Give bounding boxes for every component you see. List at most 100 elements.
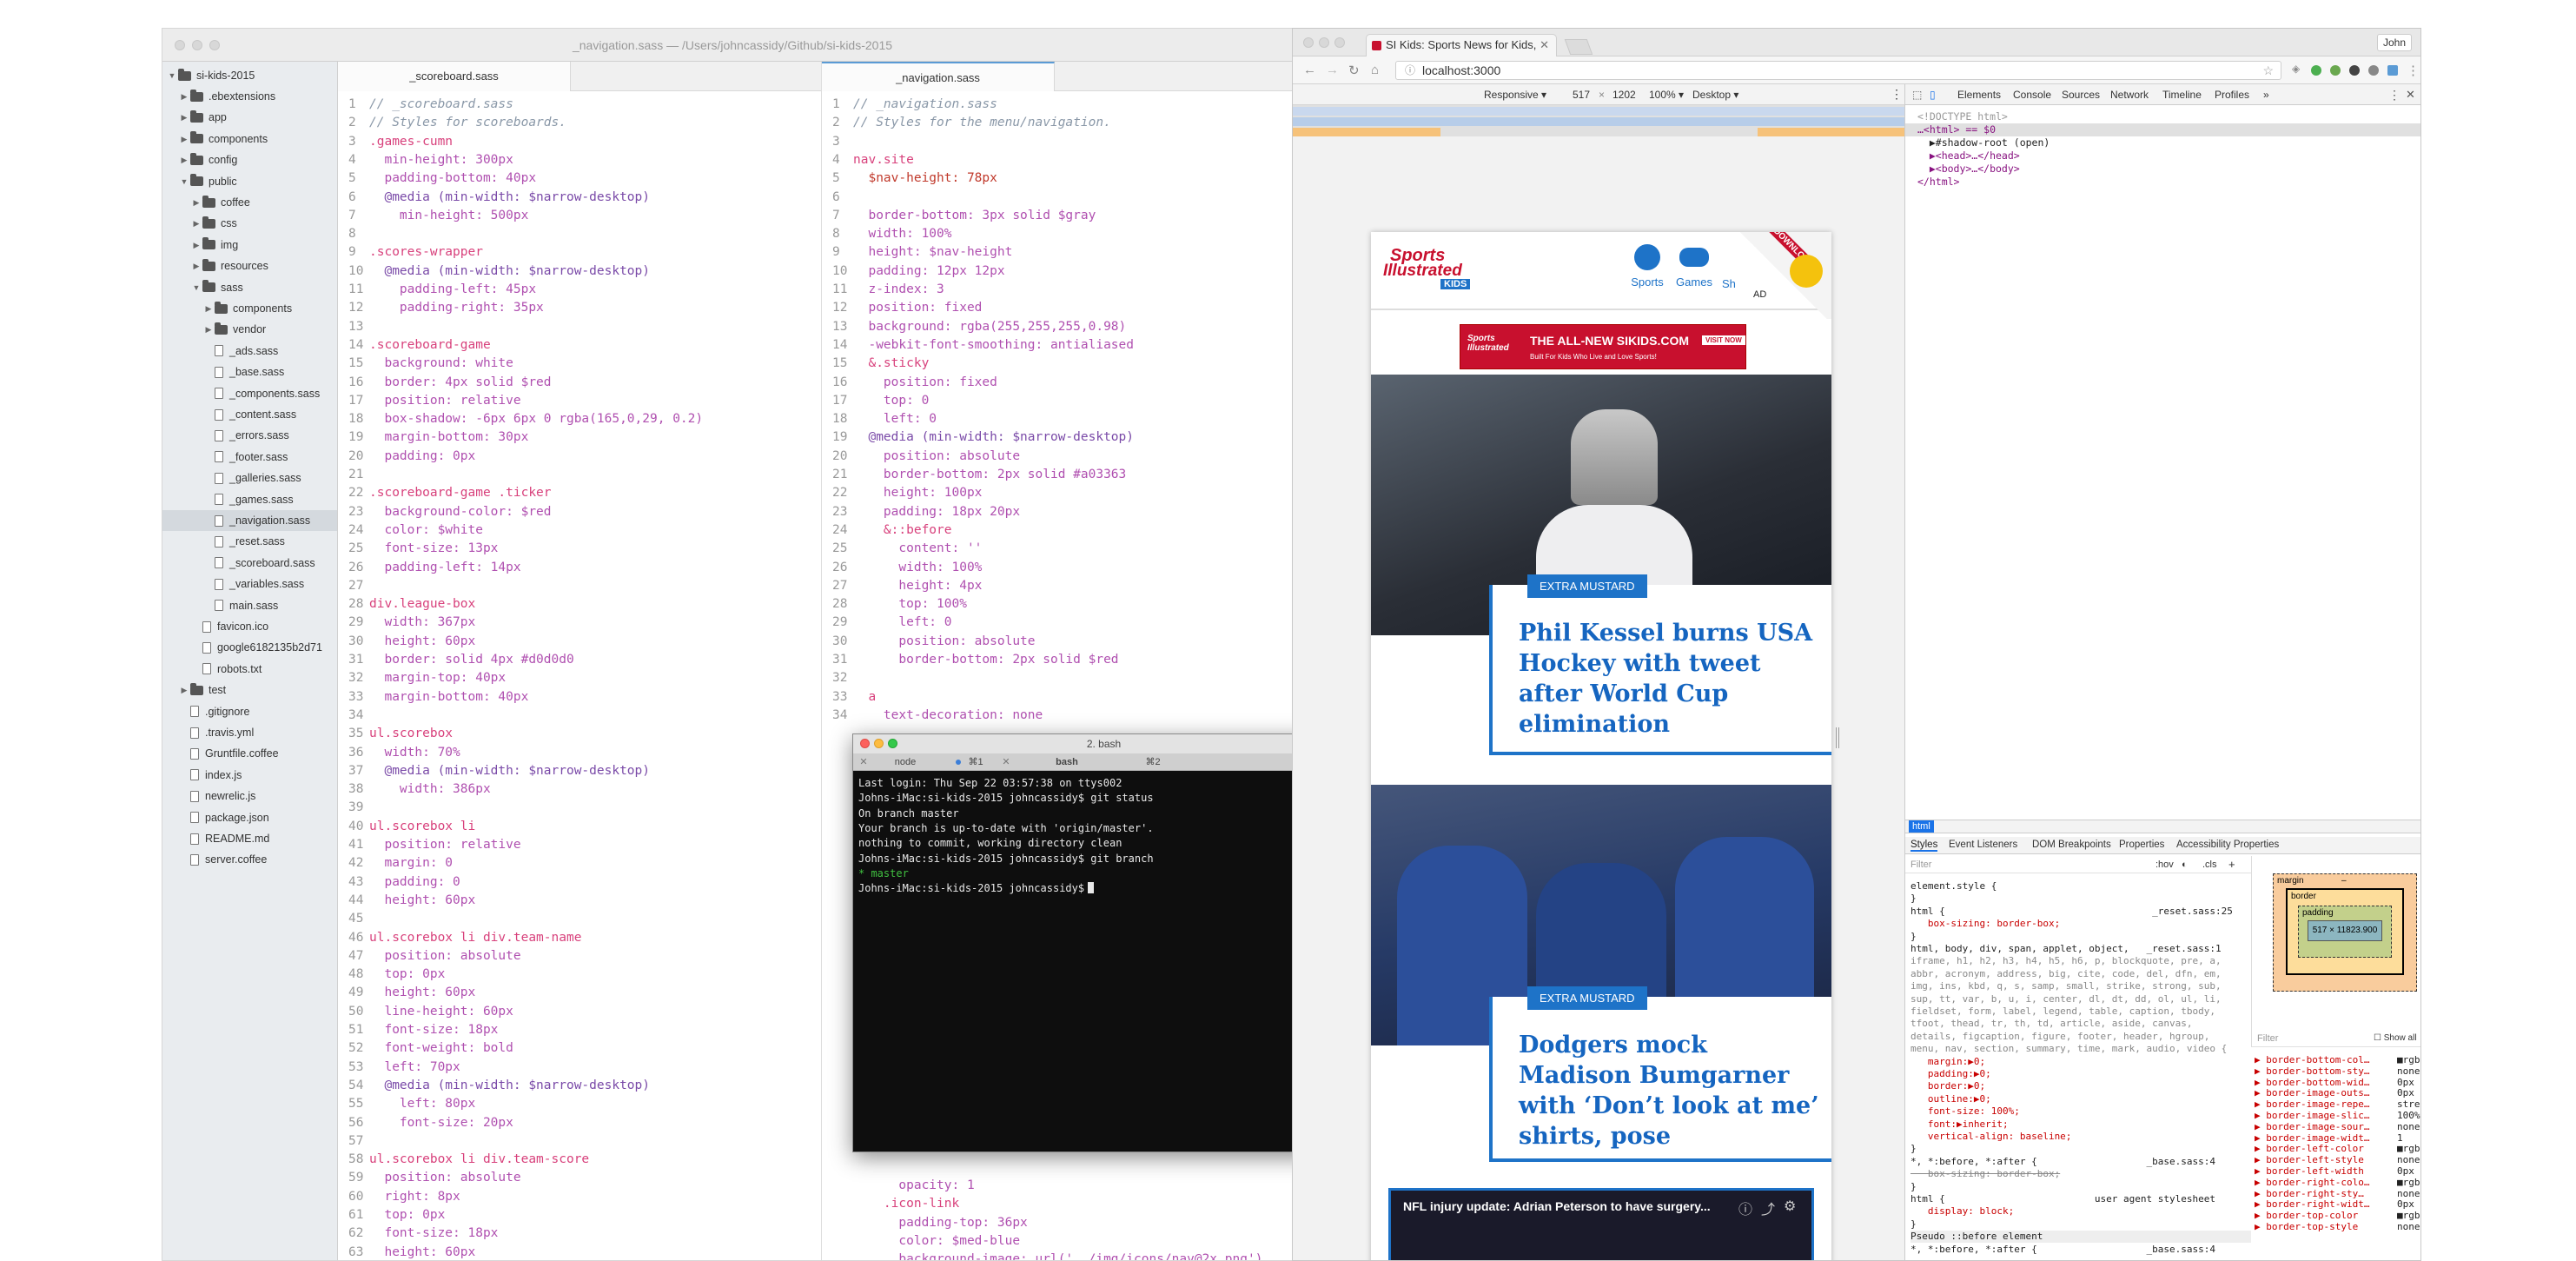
extension-icon[interactable] [2311, 65, 2321, 76]
tree-folder[interactable]: ▼ sass [162, 277, 337, 298]
tree-file[interactable]: _scoreboard.sass [162, 553, 337, 574]
terminal-tab-bash[interactable]: bash [1050, 753, 1084, 771]
tree-file[interactable]: index.js [162, 765, 337, 786]
page-info-icon[interactable]: ⓘ [1405, 62, 1415, 79]
close-icon[interactable] [860, 739, 870, 748]
tree-folder[interactable]: ▶ vendor [162, 319, 337, 340]
style-rule-line[interactable]: padding:▶0; [1910, 1068, 1991, 1080]
style-rule-line[interactable]: margin:▶0; [1910, 1056, 1985, 1068]
extension-icon[interactable] [2387, 65, 2398, 76]
tree-file[interactable]: _content.sass [162, 404, 337, 425]
computed-property[interactable]: ▶ border-image-outs… 0px [2255, 1087, 2414, 1098]
media-bar-orange[interactable] [1758, 128, 1904, 136]
style-rule-line[interactable]: html { _reset.sass:25 [1910, 906, 2233, 918]
tree-folder[interactable]: ▶ coffee [162, 192, 337, 213]
style-rule-line[interactable]: border:▶0; [1910, 1080, 1985, 1092]
computed-filter-input[interactable]: Filter [2257, 1033, 2278, 1044]
close-tab-icon[interactable]: ✕ [1001, 753, 1011, 771]
tab-console[interactable]: Console [2013, 84, 2051, 105]
minimize-icon[interactable] [874, 739, 884, 748]
computed-property[interactable]: ▶ border-top-color ■rgb( [2255, 1210, 2420, 1221]
style-rule-line[interactable]: outline:▶0; [1910, 1093, 1991, 1105]
minimize-icon[interactable] [1319, 37, 1329, 48]
close-icon[interactable] [175, 40, 185, 50]
style-rule-line[interactable]: *, *:before, *:after { _base.sass:4 [1910, 1156, 2215, 1168]
tab-scoreboard[interactable]: _scoreboard.sass [338, 62, 571, 91]
computed-property[interactable]: ▶ border-bottom-sty… none [2255, 1065, 2420, 1077]
tree-file[interactable]: robots.txt [162, 659, 337, 680]
style-rule-line[interactable]: element.style { [1910, 880, 1997, 893]
more-options-icon[interactable]: ⋮ [2388, 88, 2401, 103]
story-headline[interactable]: Dodgers mock Madison Bumgarner with ‘Don… [1519, 1030, 1823, 1151]
tree-folder[interactable]: ▶ components [162, 298, 337, 319]
device-mode-select[interactable]: Responsive ▾ [1484, 89, 1546, 101]
nav-sports[interactable]: Sports [1628, 244, 1666, 289]
tree-file[interactable]: _navigation.sass [162, 510, 337, 531]
dom-node[interactable]: ▶<head>…</head> [1917, 149, 2020, 163]
style-rule-line[interactable]: Pseudo ::before element [1910, 1231, 2251, 1244]
style-rule-line[interactable]: } [1910, 893, 1917, 905]
style-rule-line[interactable]: } [1910, 931, 1917, 943]
hov-toggle[interactable]: :hov [2155, 859, 2174, 870]
computed-property[interactable]: ▶ border-right-widt… 0px [2255, 1198, 2414, 1210]
story-headline[interactable]: Phil Kessel burns USA Hockey with tweet … [1519, 618, 1814, 740]
tab-event-listeners[interactable]: Event Listeners [1949, 840, 2017, 850]
style-rule-line[interactable]: font-size: 100%; [1910, 1105, 2020, 1118]
style-rule-line[interactable]: } [1910, 1218, 1917, 1231]
tree-folder[interactable]: ▶ css [162, 213, 337, 234]
tab-more[interactable]: » [2263, 84, 2269, 105]
close-tab-icon[interactable]: ✕ [858, 753, 869, 771]
padding-box[interactable]: padding 517 × 11823.900 [2298, 906, 2392, 958]
extension-icon[interactable] [2330, 65, 2341, 76]
tree-folder[interactable]: ▶ components [162, 129, 337, 149]
style-rule-line[interactable]: menu, nav, section, summary, time, mark,… [1910, 1043, 2227, 1055]
browser-tab[interactable]: SI Kids: Sports News for Kids, ✕ [1366, 34, 1557, 56]
nav-label[interactable]: Sh [1722, 277, 1736, 290]
computed-property[interactable]: ▶ border-bottom-wid… 0px [2255, 1077, 2414, 1088]
tree-folder[interactable]: ▼ public [162, 171, 337, 192]
tree-file[interactable]: README.md [162, 828, 337, 849]
tab-timeline[interactable]: Timeline [2162, 84, 2202, 105]
tree-file[interactable]: google6182135b2d71 [162, 637, 337, 658]
dom-node[interactable]: ▶#shadow-root (open) [1917, 136, 2050, 149]
tree-file[interactable]: _galleries.sass [162, 468, 337, 488]
style-rule-line[interactable]: sup, tt, var, b, u, i, center, dl, dt, d… [1910, 993, 2222, 1005]
dom-node[interactable]: …<html> == $0 [1905, 123, 2420, 136]
device-type-select[interactable]: Desktop ▾ [1692, 89, 1738, 101]
style-rule-line[interactable]: display: block; [1910, 1205, 2014, 1218]
nav-games[interactable]: Games [1675, 244, 1713, 289]
tab-sources[interactable]: Sources [2062, 84, 2100, 105]
settings-icon[interactable]: ⚙ [1784, 1198, 1796, 1215]
style-rule-line[interactable]: fieldset, form, label, legend, table, ca… [1910, 1005, 2215, 1018]
cls-toggle[interactable]: .cls [2202, 859, 2217, 870]
tree-folder[interactable]: ▶ resources [162, 256, 337, 276]
tab-navigation[interactable]: _navigation.sass [822, 62, 1055, 91]
zoom-select[interactable]: 100% ▾ [1649, 89, 1684, 101]
download-ad-corner[interactable]: DOWNLOAD AD [1736, 232, 1831, 319]
margin-box[interactable]: margin – border padding 517 × 11823.900 [2273, 873, 2417, 992]
close-tab-icon[interactable]: ✕ [1540, 35, 1549, 56]
promo-banner[interactable]: Sports Illustrated THE ALL-NEW SIKIDS.CO… [1460, 324, 1746, 369]
terminal-tab-node[interactable]: node [888, 753, 923, 771]
close-icon[interactable] [1303, 37, 1314, 48]
si-kids-logo[interactable]: Sports Illustrated KIDS [1383, 246, 1496, 289]
tree-folder[interactable]: ▶ .ebextensions [162, 86, 337, 107]
address-bar[interactable]: ⓘ localhost:3000 ☆ [1395, 61, 2281, 80]
tree-folder[interactable]: ▶ app [162, 107, 337, 128]
tab-styles[interactable]: Styles [1910, 840, 1938, 852]
computed-property[interactable]: ▶ border-image-sour… none [2255, 1121, 2420, 1132]
forward-icon[interactable]: → [1326, 63, 1339, 77]
tree-root[interactable]: ▼ si-kids-2015 [162, 65, 337, 86]
story-card[interactable]: EXTRA MUSTARD Phil Kessel burns USA Hock… [1489, 574, 1831, 755]
tree-file[interactable]: _variables.sass [162, 574, 337, 594]
style-rule-line[interactable]: font:▶inherit; [1910, 1118, 2009, 1131]
maximize-icon[interactable] [209, 40, 220, 50]
tree-file[interactable]: favicon.ico [162, 616, 337, 637]
reload-icon[interactable]: ↻ [1348, 63, 1360, 78]
bookmark-star-icon[interactable]: ☆ [2262, 62, 2274, 79]
tab-elements[interactable]: Elements [1957, 84, 2001, 105]
resize-handle[interactable] [1836, 727, 1839, 748]
back-icon[interactable]: ← [1303, 63, 1316, 77]
media-bar-orange[interactable] [1293, 128, 1440, 136]
styles-filter-input[interactable]: Filter [1910, 859, 1931, 870]
